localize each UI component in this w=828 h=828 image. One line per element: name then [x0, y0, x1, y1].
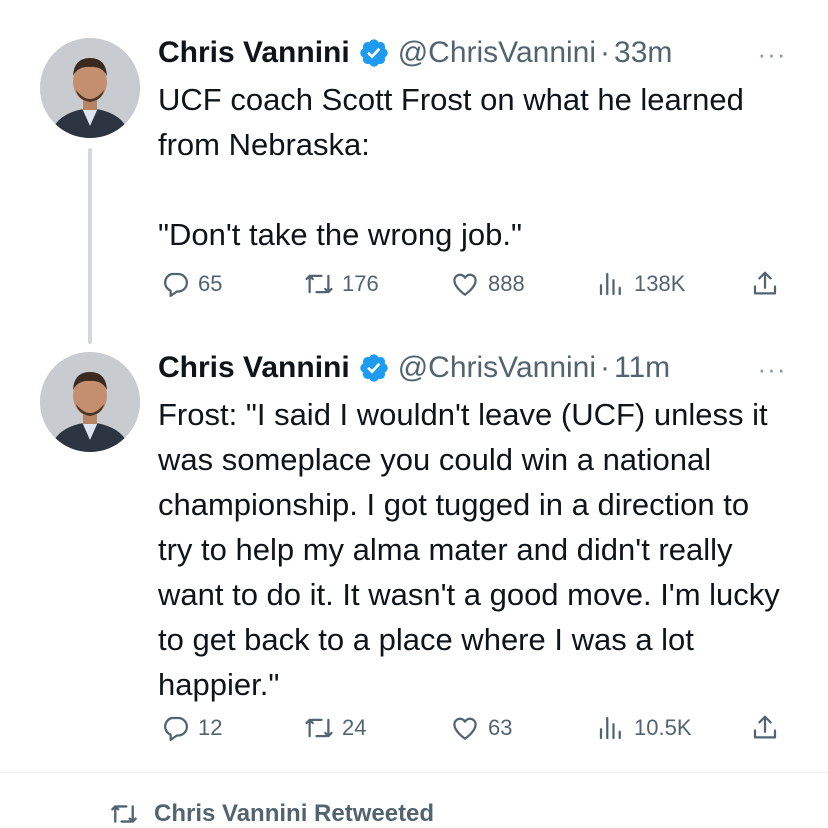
- reply-button[interactable]: 12: [160, 710, 222, 746]
- avatar-photo: [40, 352, 140, 452]
- avatar[interactable]: [40, 38, 140, 138]
- retweet-count: 176: [342, 271, 379, 296]
- share-icon: [753, 271, 777, 295]
- tweet-header: Chris Vannini @ChrisVannini · 11m: [158, 348, 670, 388]
- tweet-header: Chris Vannini @ChrisVannini · 33m: [158, 33, 672, 73]
- views-chart-icon: [599, 272, 621, 296]
- share-button[interactable]: [750, 266, 788, 302]
- avatar[interactable]: [40, 352, 140, 452]
- retweet-icon: [305, 274, 333, 294]
- reply-count: 65: [198, 271, 223, 296]
- avatar-photo: [40, 38, 140, 138]
- tweet-1[interactable]: Chris Vannini @ChrisVannini · 33m ··· UC…: [0, 0, 828, 340]
- like-button[interactable]: 888: [450, 266, 525, 302]
- views-button[interactable]: 10.5K: [596, 710, 692, 746]
- timestamp[interactable]: 33m: [614, 33, 672, 73]
- more-options-button[interactable]: ···: [752, 41, 792, 67]
- retweet-button[interactable]: 24: [304, 710, 366, 746]
- next-retweet-context[interactable]: Chris Vannini Retweeted: [110, 800, 434, 828]
- tweet-2[interactable]: Chris Vannini @ChrisVannini · 11m ··· Fr…: [0, 340, 828, 770]
- author-handle[interactable]: @ChrisVannini: [398, 348, 596, 388]
- retweet-icon: [111, 805, 137, 823]
- header-separator: ·: [600, 351, 611, 384]
- retweet-icon: [305, 718, 333, 738]
- verified-badge-icon: [360, 39, 388, 67]
- like-count: 888: [488, 271, 525, 296]
- author-handle[interactable]: @ChrisVannini: [398, 33, 596, 73]
- author-name[interactable]: Chris Vannini: [158, 33, 350, 73]
- verified-badge-icon: [360, 354, 388, 382]
- retweet-count: 24: [342, 715, 367, 740]
- like-button[interactable]: 63: [450, 710, 512, 746]
- reply-count: 12: [198, 715, 223, 740]
- views-chart-icon: [599, 716, 621, 740]
- tweet-actions: 12 24 63 10.5K: [0, 710, 828, 746]
- timestamp[interactable]: 11m: [614, 348, 670, 388]
- heart-icon: [453, 717, 477, 740]
- author-name[interactable]: Chris Vannini: [158, 348, 350, 388]
- share-icon: [753, 715, 777, 739]
- more-options-button[interactable]: ···: [752, 356, 792, 382]
- reply-icon: [164, 716, 188, 741]
- heart-icon: [453, 273, 477, 296]
- tweet-text: UCF coach Scott Frost on what he learned…: [158, 82, 744, 252]
- retweet-button[interactable]: 176: [304, 266, 379, 302]
- like-count: 63: [488, 715, 513, 740]
- views-button[interactable]: 138K: [596, 266, 685, 302]
- views-count: 138K: [634, 271, 686, 296]
- reply-button[interactable]: 65: [160, 266, 222, 302]
- retweeted-by-label: Chris Vannini Retweeted: [154, 800, 435, 827]
- tweet-text: Frost: "I said I wouldn't leave (UCF) un…: [158, 397, 780, 702]
- tweet-actions: 65 176 888 138K: [0, 266, 828, 302]
- share-button[interactable]: [750, 710, 788, 746]
- header-separator: ·: [600, 36, 611, 69]
- timeline-divider: [0, 772, 828, 773]
- views-count: 10.5K: [634, 715, 692, 740]
- reply-icon: [164, 272, 188, 297]
